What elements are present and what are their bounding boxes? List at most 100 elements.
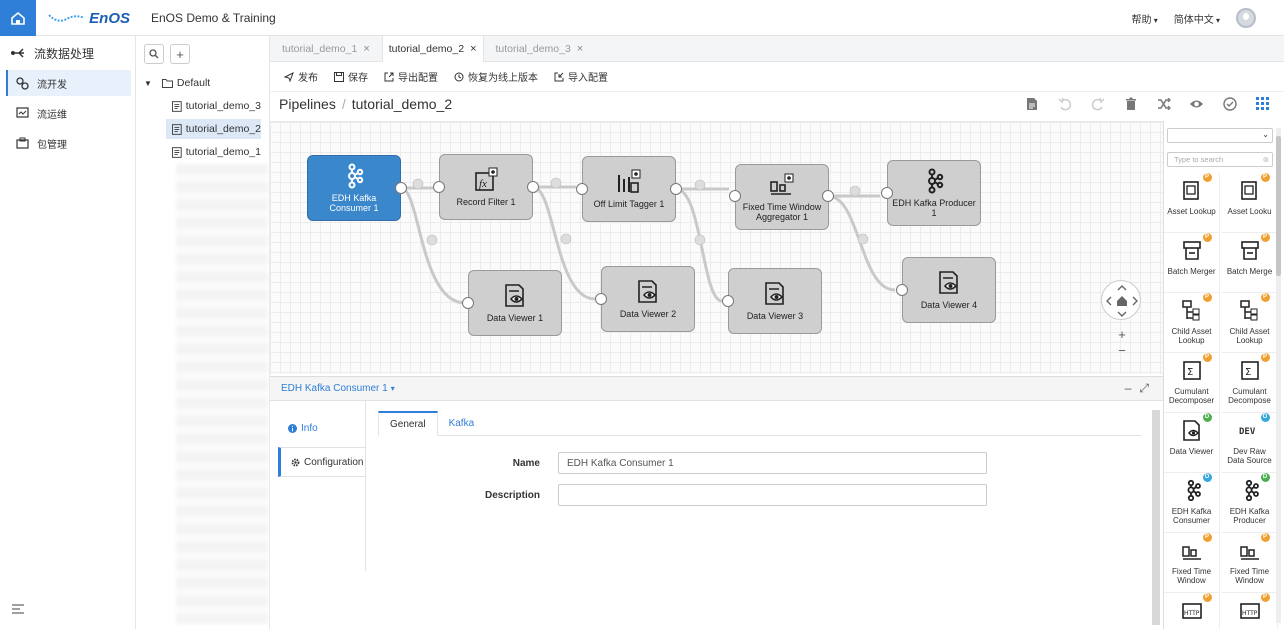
node-off-limit-tagger[interactable]: Off Limit Tagger 1 xyxy=(582,156,676,222)
tab-general[interactable]: General xyxy=(378,411,438,436)
name-input[interactable]: EDH Kafka Consumer 1 xyxy=(558,452,987,474)
redacted-list xyxy=(176,164,268,624)
grid-icon[interactable] xyxy=(1255,96,1270,111)
tab-tutorial-demo-1[interactable]: tutorial_demo_1 × xyxy=(276,36,376,62)
help-menu[interactable]: 帮助 xyxy=(1132,11,1158,26)
tree-file[interactable]: tutorial_demo_1 xyxy=(166,142,261,162)
file-label: tutorial_demo_2 xyxy=(185,123,261,135)
node-data-viewer-4[interactable]: Data Viewer 4 xyxy=(902,257,996,323)
tab-configuration[interactable]: Configuration xyxy=(278,447,365,477)
tree-file[interactable]: tutorial_demo_3 xyxy=(166,96,261,116)
input-port[interactable] xyxy=(462,297,474,309)
clear-icon[interactable]: ⊗ xyxy=(1263,155,1269,164)
node-edh-kafka-consumer[interactable]: EDH Kafka Consumer 1 xyxy=(307,155,401,221)
node-edh-kafka-producer[interactable]: EDH Kafka Producer 1 xyxy=(887,160,981,226)
tab-kafka[interactable]: Kafka xyxy=(438,411,486,436)
close-icon[interactable]: × xyxy=(363,43,369,55)
tab-tutorial-demo-2[interactable]: tutorial_demo_2 × xyxy=(381,36,484,62)
palette-item[interactable]: P Fixed Time Window xyxy=(1222,533,1278,593)
tab-tutorial-demo-3[interactable]: tutorial_demo_3 × xyxy=(490,36,590,62)
output-port[interactable] xyxy=(670,183,682,195)
publish-button[interactable]: 发布 xyxy=(284,69,318,84)
tree-folder-default[interactable]: ▼ Default xyxy=(144,77,210,89)
sidebar-item-label: 流运维 xyxy=(37,109,67,121)
palette-item[interactable]: O EDH Kafka Consumer xyxy=(1164,473,1220,533)
top-bar: EnOS EnOS Demo & Training 帮助 简体中文 xyxy=(0,0,1284,36)
output-port[interactable] xyxy=(527,181,539,193)
minimize-icon[interactable]: – xyxy=(1125,381,1132,396)
import-button[interactable]: 导入配置 xyxy=(554,69,608,84)
expand-icon[interactable]: ⤢ xyxy=(1139,381,1149,396)
palette-item[interactable]: P Fixed Time Window xyxy=(1164,533,1220,593)
search-button[interactable] xyxy=(144,44,164,64)
badge-icon: O xyxy=(1260,413,1270,422)
save-icon xyxy=(334,71,344,82)
export-button[interactable]: 导出配置 xyxy=(384,69,438,84)
palette-scrollbar[interactable] xyxy=(1276,128,1281,623)
shuffle-icon[interactable] xyxy=(1156,96,1171,111)
palette-item[interactable]: DEV O Dev Raw Data Source xyxy=(1222,413,1278,473)
language-menu[interactable]: 简体中文 xyxy=(1174,11,1220,26)
eye-icon[interactable] xyxy=(1189,96,1204,111)
sidebar-item-packages[interactable]: 包管理 xyxy=(6,130,131,156)
close-icon[interactable]: × xyxy=(577,43,583,55)
collapse-menu-icon[interactable] xyxy=(12,603,24,617)
node-data-viewer-2[interactable]: Data Viewer 2 xyxy=(601,266,695,332)
output-port[interactable] xyxy=(822,190,834,202)
palette-item-label: Decomposer xyxy=(1168,396,1215,405)
palette-search-input[interactable]: Type to search ⊗ xyxy=(1167,152,1273,167)
input-port[interactable] xyxy=(433,181,445,193)
node-data-viewer-3[interactable]: Data Viewer 3 xyxy=(728,268,822,334)
restore-label: 恢复为线上版本 xyxy=(468,73,538,84)
category-select[interactable]: ⌄ xyxy=(1167,128,1273,143)
palette-item[interactable]: P Child Asset Lookup xyxy=(1222,293,1278,353)
avatar[interactable] xyxy=(1236,8,1256,28)
panel-title-dropdown[interactable]: EDH Kafka Consumer 1 xyxy=(281,383,388,394)
node-record-filter[interactable]: fx Record Filter 1 xyxy=(439,154,533,220)
restore-button[interactable]: 恢复为线上版本 xyxy=(454,69,538,84)
palette-item[interactable]: HTTP P xyxy=(1222,593,1278,629)
palette-item[interactable]: Σ P Cumulant Decompose xyxy=(1222,353,1278,413)
breadcrumb-root[interactable]: Pipelines xyxy=(279,96,336,112)
app-title: EnOS Demo & Training xyxy=(151,11,276,25)
save-button[interactable]: 保存 xyxy=(334,69,368,84)
close-icon[interactable]: × xyxy=(470,43,476,55)
check-circle-icon[interactable] xyxy=(1222,96,1237,111)
tree-file[interactable]: tutorial_demo_2 xyxy=(166,119,261,139)
add-button[interactable]: + xyxy=(170,44,190,64)
tab-info[interactable]: Info xyxy=(278,413,365,443)
palette-item[interactable]: Σ P Cumulant Decomposer xyxy=(1164,353,1220,413)
input-port[interactable] xyxy=(722,295,734,307)
description-textarea[interactable] xyxy=(558,484,987,506)
zoom-in-button[interactable]: + xyxy=(1113,327,1131,343)
node-fixed-time-window-aggregator[interactable]: Fixed Time Window Aggregator 1 xyxy=(735,164,829,230)
input-port[interactable] xyxy=(576,183,588,195)
palette-item[interactable]: P Batch Merge xyxy=(1222,233,1278,293)
output-port[interactable] xyxy=(395,182,407,194)
undo-icon[interactable] xyxy=(1057,96,1072,111)
zoom-out-button[interactable]: − xyxy=(1113,343,1131,359)
input-port[interactable] xyxy=(729,190,741,202)
palette-item[interactable]: D EDH Kafka Producer xyxy=(1222,473,1278,533)
input-port[interactable] xyxy=(896,284,908,296)
palette-item[interactable]: P Batch Merger xyxy=(1164,233,1220,293)
document-icon[interactable] xyxy=(1024,96,1039,111)
pipeline-canvas[interactable]: EDH Kafka Consumer 1 fx Record Filter 1 … xyxy=(270,121,1163,374)
node-data-viewer-1[interactable]: Data Viewer 1 xyxy=(468,270,562,336)
redo-icon[interactable] xyxy=(1090,96,1105,111)
pan-control[interactable] xyxy=(1101,280,1141,320)
palette-item[interactable]: HTTP P xyxy=(1164,593,1220,629)
input-port[interactable] xyxy=(881,187,893,199)
trash-icon[interactable] xyxy=(1123,96,1138,111)
panel-scrollbar[interactable] xyxy=(1152,410,1160,625)
sidebar-item-develop[interactable]: 流开发 xyxy=(6,70,131,96)
palette-item[interactable]: P Asset Looku xyxy=(1222,173,1278,233)
kafka-icon xyxy=(348,163,364,189)
home-button[interactable] xyxy=(0,0,36,36)
input-port[interactable] xyxy=(595,293,607,305)
palette-item[interactable]: P Asset Lookup xyxy=(1164,173,1220,233)
sidebar-item-ops[interactable]: 流运维 xyxy=(6,100,131,126)
palette-item[interactable]: P Child Asset Lookup xyxy=(1164,293,1220,353)
info-icon xyxy=(288,423,297,433)
palette-item[interactable]: D Data Viewer xyxy=(1164,413,1220,473)
